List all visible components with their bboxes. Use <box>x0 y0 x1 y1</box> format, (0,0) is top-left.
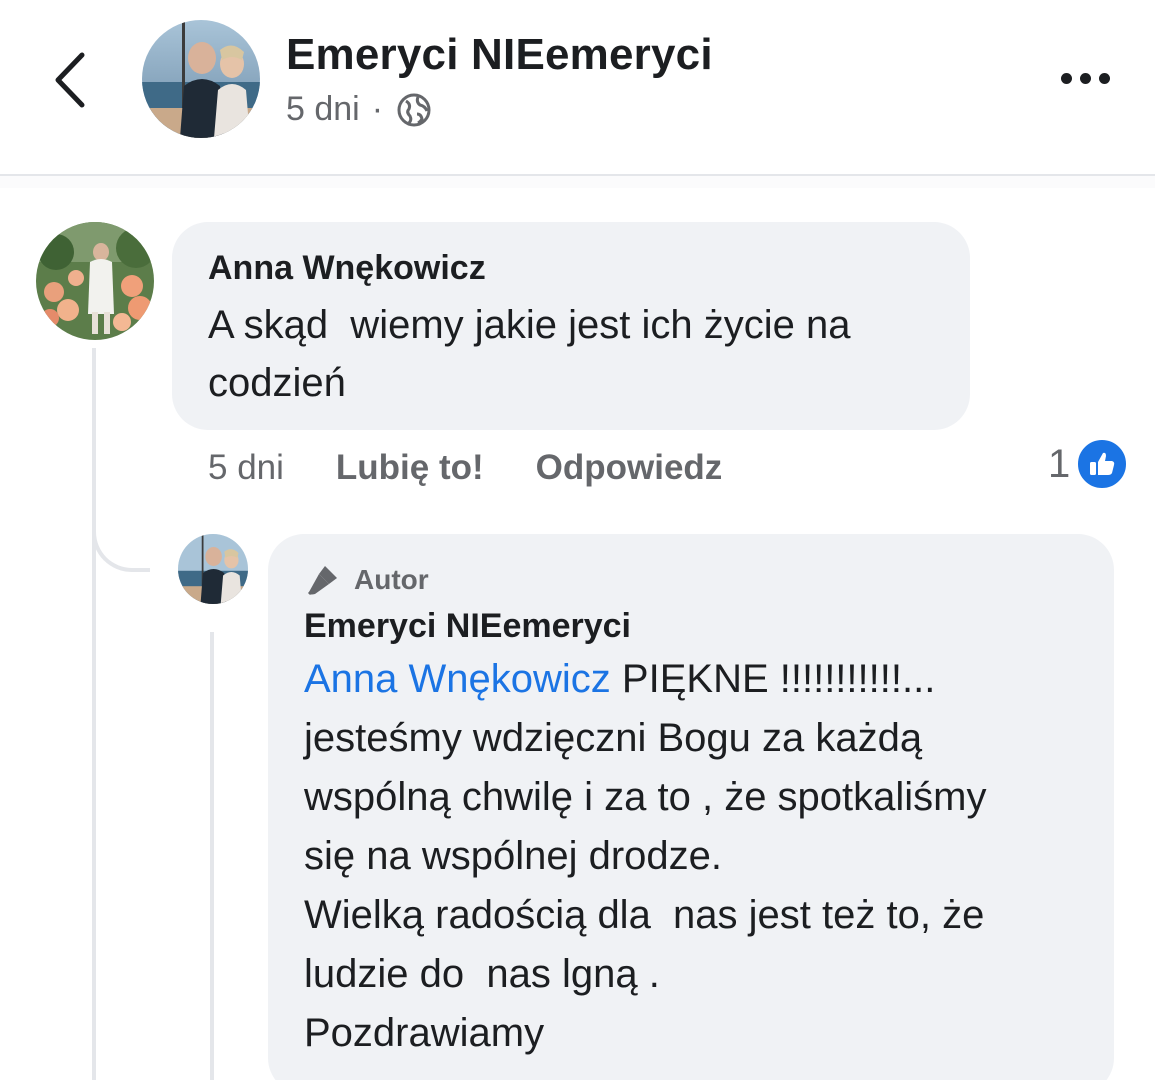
reaction-summary[interactable]: 1 <box>1048 438 1129 490</box>
comment-text-line: A skąd wiemy jakie jest ich życie na <box>208 303 851 347</box>
comment-text-line: codzień <box>208 361 346 405</box>
scrolled-content-edge <box>0 176 1155 188</box>
reply-text-line: jesteśmy wdzięczni Bogu za każdą <box>304 716 923 760</box>
chevron-left-icon <box>55 52 85 108</box>
reply-bubble: Autor Emeryci NIEemeryci Anna Wnękowicz … <box>268 534 1114 1080</box>
comment-actions: 5 dni Lubię to! Odpowiedz <box>208 446 774 490</box>
post-time[interactable]: 5 dni <box>286 90 360 129</box>
reply-button[interactable]: Odpowiedz <box>536 448 723 488</box>
thread-line <box>92 348 96 1080</box>
commenter-avatar[interactable] <box>36 222 154 340</box>
reply-author-avatar[interactable] <box>178 534 248 604</box>
microphone-icon <box>304 561 342 599</box>
reaction-count: 1 <box>1048 441 1071 486</box>
back-button[interactable] <box>44 50 94 110</box>
thread-connector <box>92 500 150 572</box>
reply-text-line: Anna Wnękowicz PIĘKNE !!!!!!!!!!!... <box>304 650 1078 709</box>
comment-text: A skąd wiemy jakie jest ich życie na codz… <box>208 296 934 412</box>
author-badge-label: Autor <box>354 564 429 595</box>
author-badge: Autor <box>304 560 1078 600</box>
more-options-button[interactable] <box>1050 58 1120 98</box>
reply-author-name[interactable]: Emeryci NIEemeryci <box>304 606 1078 646</box>
comment-author-name[interactable]: Anna Wnękowicz <box>208 248 934 288</box>
more-dot <box>1079 72 1091 84</box>
post-header: Emeryci NIEemeryci 5 dni · <box>0 0 1155 176</box>
reply-text-line: ludzie do nas lgną . <box>304 952 660 996</box>
comment-bubble: Anna Wnękowicz A skąd wiemy jakie jest i… <box>172 222 970 430</box>
more-dot <box>1098 72 1110 84</box>
thumbs-up-icon <box>1076 438 1129 490</box>
mention-link[interactable]: Anna Wnękowicz <box>304 657 611 701</box>
meta-separator: · <box>371 90 384 128</box>
page-title[interactable]: Emeryci NIEemeryci <box>286 30 713 80</box>
like-button[interactable]: Lubię to! <box>336 448 484 488</box>
comment-time[interactable]: 5 dni <box>208 448 284 488</box>
facebook-comment-thread: Emeryci NIEemeryci 5 dni · Anna Wnękowic… <box>0 0 1155 1080</box>
more-dot <box>1060 72 1072 84</box>
reply-text-line: się na wspólnej drodze. <box>304 834 723 878</box>
reply-thread-line <box>210 632 214 1080</box>
reply-text-line: Pozdrawiamy <box>304 1011 545 1055</box>
reply-text: Anna Wnękowicz PIĘKNE !!!!!!!!!!!... jes… <box>304 650 1078 1063</box>
page-avatar[interactable] <box>142 20 260 138</box>
reply-first-line-text: PIĘKNE !!!!!!!!!!!... <box>610 657 936 701</box>
reply-text-line: Wielką radością dla nas jest też to, że <box>304 893 985 937</box>
reply-text-line: wspólną chwilę i za to , że spotkaliśmy <box>304 775 987 819</box>
globe-icon <box>395 91 433 129</box>
post-meta: 5 dni · <box>286 90 433 129</box>
